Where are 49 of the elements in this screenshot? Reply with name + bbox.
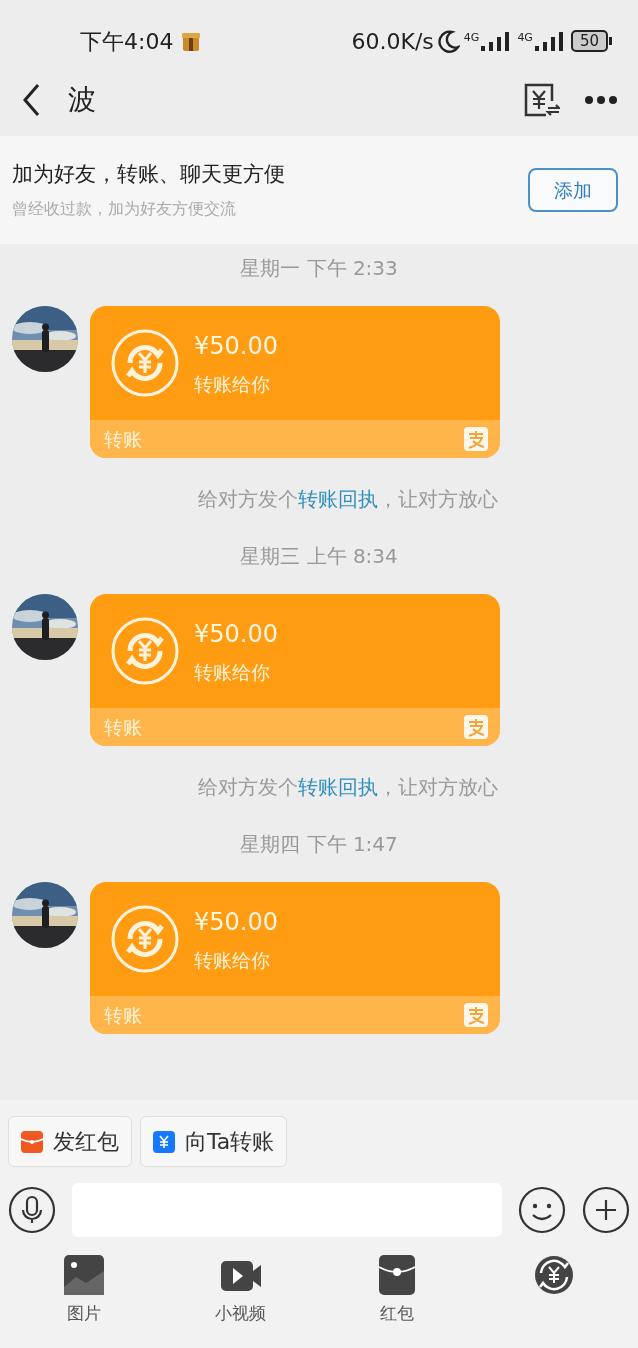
transfer-icon — [110, 904, 180, 974]
receipt-notice: 给对方发个转账回执，让对方放心 — [197, 774, 499, 801]
receipt-notice: 给对方发个转账回执，让对方放心 — [197, 486, 499, 513]
cell-signal: 4G — [517, 30, 567, 52]
app-logo-icon — [464, 715, 488, 739]
receipt-link[interactable]: 转账回执 — [298, 775, 378, 799]
moon-icon — [437, 29, 460, 53]
message-timestamp: 星期一 下午 2:33 — [239, 255, 399, 282]
transfer-caption: 转账给你 — [194, 371, 271, 397]
status-time: 下午4:04 — [80, 27, 174, 56]
chat-title: 波 — [68, 82, 96, 118]
transfer-amount: ¥50.00 — [194, 906, 278, 938]
transfer-icon — [110, 616, 180, 686]
toolbar-label: 图片 — [67, 1302, 101, 1325]
envelope-icon — [21, 1130, 43, 1153]
transfer-card[interactable]: ¥50.00 转账给你 转账 — [90, 306, 500, 458]
app-logo-icon — [464, 427, 488, 451]
cell-signal: 4G — [463, 30, 514, 52]
transfer-icon — [153, 1130, 175, 1153]
banner-title: 加为好友，转账、聊天更方便 — [12, 161, 286, 189]
emoji-icon[interactable] — [518, 1186, 566, 1234]
add-icon[interactable] — [582, 1186, 630, 1234]
more-icon[interactable] — [584, 95, 618, 105]
banner-subtitle: 曾经收过款，加为好友方便交流 — [12, 197, 237, 220]
transfer-card[interactable]: ¥50.00 转账给你 转账 — [90, 882, 500, 1034]
transfer-caption: 转账给你 — [194, 659, 271, 685]
transfer-amount: ¥50.00 — [194, 618, 278, 650]
message-timestamp: 星期四 下午 1:47 — [239, 831, 399, 858]
transfer-icon — [110, 328, 180, 398]
add-friend-button[interactable]: 添加 — [528, 167, 618, 213]
quick-action-button[interactable]: 向Ta转账 — [140, 1116, 288, 1167]
microphone-icon[interactable] — [8, 1186, 56, 1234]
transfer-label: 转账 — [104, 714, 142, 740]
app-logo-icon — [464, 1003, 488, 1027]
network-speed: 60.0K/s — [351, 27, 434, 56]
battery-indicator: 50 — [570, 30, 612, 52]
transfer-label: 转账 — [104, 426, 142, 452]
transfer-card[interactable]: ¥50.00 转账给你 转账 — [90, 594, 500, 746]
quick-action-button[interactable]: 发红包 — [8, 1116, 132, 1167]
image-icon[interactable] — [62, 1253, 106, 1297]
gift-icon — [181, 30, 202, 52]
toolbar-label: 小视频 — [215, 1302, 267, 1325]
message-timestamp: 星期三 上午 8:34 — [239, 543, 399, 570]
receipt-link[interactable]: 转账回执 — [298, 487, 378, 511]
toolbar-label: 红包 — [380, 1302, 415, 1325]
transfer-label: 转账 — [104, 1002, 142, 1028]
transfer-amount: ¥50.00 — [194, 330, 278, 362]
receipt-transfer-icon[interactable] — [522, 81, 560, 119]
transfer-caption: 转账给你 — [194, 947, 271, 973]
